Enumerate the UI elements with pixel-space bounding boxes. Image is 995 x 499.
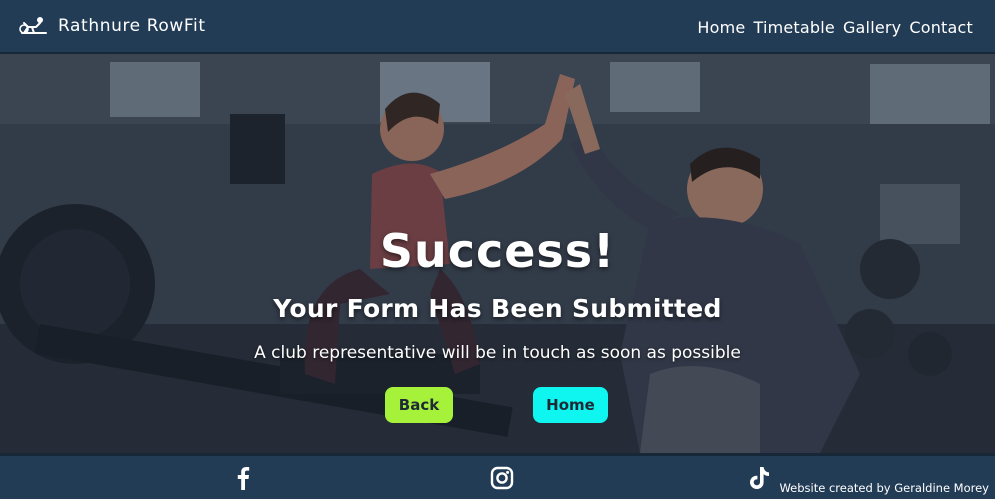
brand-name: Rathnure RowFit: [58, 16, 206, 36]
instagram-icon[interactable]: [488, 464, 516, 492]
form-submitted-subheadline: Your Form Has Been Submitted: [273, 294, 722, 323]
nav-link-timetable[interactable]: Timetable: [753, 18, 834, 37]
nav-link-contact[interactable]: Contact: [909, 18, 973, 37]
success-headline: Success!: [379, 224, 616, 278]
confirmation-message: A club representative will be in touch a…: [254, 343, 741, 363]
navbar: Rathnure RowFit Home Timetable Gallery C…: [0, 0, 995, 54]
nav-link-gallery[interactable]: Gallery: [843, 18, 901, 37]
nav-links: Home Timetable Gallery Contact: [689, 0, 973, 54]
hero-section: Success! Your Form Has Been Submitted A …: [0, 54, 995, 453]
back-button[interactable]: Back: [385, 387, 453, 423]
tiktok-icon[interactable]: [745, 464, 773, 492]
footer-credit: Website created by Geraldine Morey: [779, 481, 989, 495]
rowing-machine-logo-icon: [19, 17, 47, 34]
footer: Website created by Geraldine Morey: [0, 453, 995, 499]
brand-link[interactable]: Rathnure RowFit: [18, 15, 206, 37]
nav-link-home[interactable]: Home: [697, 18, 745, 37]
home-button[interactable]: Home: [533, 387, 608, 423]
facebook-icon[interactable]: [229, 464, 257, 492]
